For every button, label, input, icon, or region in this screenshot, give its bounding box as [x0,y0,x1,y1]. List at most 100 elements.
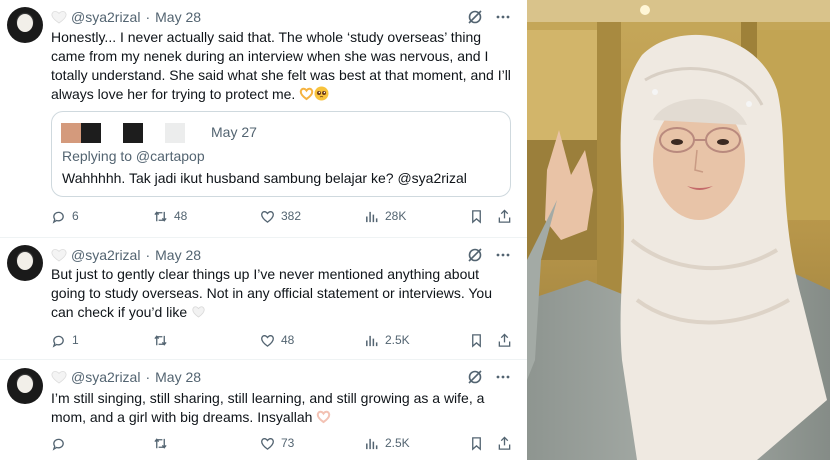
tweet-date[interactable]: May 28 [155,9,201,25]
woman-in-hijab-illustration [527,0,830,460]
heart-hands-emoji [299,86,314,101]
bookmark-button[interactable] [469,331,484,349]
repost-count: 48 [174,209,188,223]
views-button[interactable]: 2.5K [364,331,410,349]
more-icon[interactable] [495,9,511,25]
like-button[interactable]: 48 [260,331,294,349]
like-count: 382 [281,209,302,223]
quoted-date: May 27 [211,124,257,140]
color-chip [61,123,81,143]
white-heart-icon [51,10,67,24]
tweet-header: @sya2rizal · May 28 [51,246,201,264]
like-button[interactable]: 73 [260,434,294,452]
tweet-1[interactable]: @sya2rizal · May 28 Honestly... I never … [0,0,527,235]
separator-dot: · [145,247,151,263]
color-chip [101,123,123,143]
color-chip [81,123,101,143]
grok-icon[interactable] [467,369,483,385]
tweet-header-icons [467,8,511,26]
views-count: 2.5K [385,436,410,450]
views-icon [366,438,378,449]
quoted-replying-to[interactable]: Replying to @cartapop [62,148,205,164]
grok-icon[interactable] [467,247,483,263]
tweet-date[interactable]: May 28 [155,369,201,385]
views-count: 2.5K [385,333,410,347]
color-chip [165,123,185,143]
tweet-date[interactable]: May 28 [155,247,201,263]
tweet-text: I’m still singing, still sharing, still … [51,389,511,427]
repost-button[interactable]: 48 [153,207,187,225]
tweet-feed: @sya2rizal · May 28 Honestly... I never … [0,0,527,460]
like-icon [261,210,274,223]
tweet-header: @sya2rizal · May 28 [51,368,201,386]
reply-button[interactable] [51,434,72,452]
repost-icon [154,437,167,449]
repost-icon [154,334,167,346]
repost-icon [154,210,167,222]
tweet-3[interactable]: @sya2rizal · May 28 I’m still singing, s… [0,361,527,460]
reply-button[interactable]: 6 [51,207,79,225]
reply-icon [52,211,64,224]
share-button[interactable] [497,207,512,225]
bookmark-icon [472,209,481,224]
bookmark-icon [472,436,481,451]
tweet-actions: 73 2.5K [51,434,513,452]
reply-count: 6 [72,209,79,223]
separator-dot: · [145,9,151,25]
pleading-face-emoji [314,86,329,101]
heart-hands-emoji [316,409,331,424]
like-icon [261,334,274,347]
quoted-tweet[interactable]: May 27 Replying to @cartapop Wahhhhh. Ta… [51,111,511,197]
like-button[interactable]: 382 [260,207,301,225]
tweet-text: But just to gently clear things up I’ve … [51,265,511,322]
tweet-text: Honestly... I never actually said that. … [51,28,511,104]
tweet-text-content: Honestly... I never actually said that. … [51,29,511,102]
tweet-text-content: But just to gently clear things up I’ve … [51,266,492,320]
reply-icon [52,438,64,451]
repost-button[interactable] [153,434,174,452]
bookmark-icon [472,333,481,348]
user-handle[interactable]: @sya2rizal [71,9,140,25]
reply-button[interactable]: 1 [51,331,79,349]
views-button[interactable]: 2.5K [364,434,410,452]
like-icon [261,437,274,450]
user-handle[interactable]: @sya2rizal [71,369,140,385]
quoted-text: Wahhhhh. Tak jadi ikut husband sambung b… [62,170,467,186]
like-count: 73 [281,436,295,450]
tweet-text-content: I’m still singing, still sharing, still … [51,390,485,425]
avatar[interactable] [7,368,43,404]
reply-count: 1 [72,333,79,347]
views-count: 28K [385,209,407,223]
tweet-header: @sya2rizal · May 28 [51,8,201,26]
grok-icon[interactable] [467,9,483,25]
tweet-actions: 6 48 382 28K [51,207,513,225]
like-count: 48 [281,333,295,347]
bookmark-button[interactable] [469,207,484,225]
avatar[interactable] [7,245,43,281]
profile-photo [527,0,830,460]
more-icon[interactable] [495,247,511,263]
separator-dot: · [145,369,151,385]
quoted-author-avatars [61,123,185,143]
white-heart-icon [51,370,67,384]
bookmark-button[interactable] [469,434,484,452]
share-icon [498,208,511,223]
white-heart-emoji [191,304,206,319]
avatar[interactable] [7,7,43,43]
share-button[interactable] [497,331,512,349]
views-button[interactable]: 28K [364,207,406,225]
views-icon [366,211,378,222]
divider [0,359,527,360]
tweet-actions: 1 48 2.5K [51,331,513,349]
repost-button[interactable] [153,331,174,349]
share-icon [498,435,511,450]
white-heart-icon [51,248,67,262]
user-handle[interactable]: @sya2rizal [71,247,140,263]
more-icon[interactable] [495,369,511,385]
tweet-2[interactable]: @sya2rizal · May 28 But just to gently c… [0,238,527,360]
color-chip [143,123,165,143]
share-icon [498,332,511,347]
reply-icon [52,335,64,348]
tweet-header-icons [467,246,511,264]
share-button[interactable] [497,434,512,452]
